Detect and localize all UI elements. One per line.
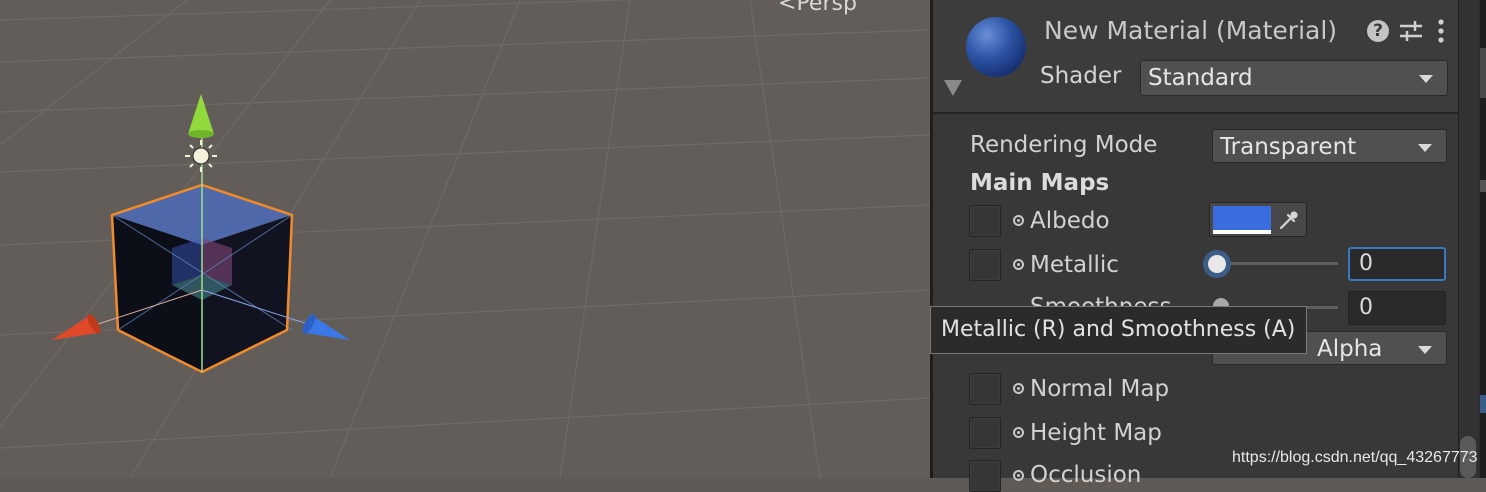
height-map-texture-slot[interactable] bbox=[969, 417, 1001, 449]
persp-arrow-icon: < bbox=[778, 0, 797, 16]
occlusion-label: Occlusion bbox=[1030, 462, 1142, 488]
metallic-slider-track[interactable] bbox=[1220, 262, 1338, 265]
occlusion-texture-slot[interactable] bbox=[969, 460, 1001, 492]
tooltip: Metallic (R) and Smoothness (A) bbox=[930, 306, 1307, 354]
y-axis-handle bbox=[188, 94, 214, 134]
inspector-panel: New Material (Material) ? Shader Standar… bbox=[930, 0, 1458, 492]
albedo-label: Albedo bbox=[1030, 208, 1110, 234]
metallic-value-field[interactable]: 0 bbox=[1348, 247, 1446, 281]
smoothness-value-field[interactable]: 0 bbox=[1348, 291, 1446, 325]
chevron-down-icon bbox=[1418, 144, 1432, 152]
metallic-label: Metallic bbox=[1030, 252, 1119, 278]
side-tab[interactable] bbox=[1480, 180, 1486, 192]
sun-icon bbox=[185, 140, 217, 172]
metallic-slider-handle[interactable] bbox=[1208, 255, 1226, 273]
side-tab[interactable] bbox=[1480, 48, 1486, 98]
material-header: New Material (Material) ? Shader Standar… bbox=[933, 0, 1458, 114]
rendering-mode-value: Transparent bbox=[1220, 134, 1357, 160]
picker-icon[interactable] bbox=[1013, 427, 1024, 438]
picker-icon[interactable] bbox=[1013, 215, 1024, 226]
material-preview-sphere bbox=[966, 17, 1026, 77]
scene-view[interactable]: <Persp bbox=[0, 0, 930, 478]
picker-icon[interactable] bbox=[1013, 470, 1024, 481]
sliders-icon[interactable] bbox=[1398, 19, 1424, 43]
rendering-mode-label: Rendering Mode bbox=[970, 132, 1158, 158]
albedo-alpha-bar bbox=[1213, 230, 1271, 234]
main-maps-heading: Main Maps bbox=[970, 170, 1110, 196]
scene-grid bbox=[0, 0, 930, 478]
side-strip bbox=[1458, 0, 1486, 478]
albedo-color-field[interactable] bbox=[1209, 202, 1307, 237]
scrollbar-track[interactable] bbox=[1458, 0, 1479, 478]
chevron-down-icon bbox=[1418, 346, 1432, 354]
chevron-down-icon bbox=[1419, 75, 1433, 83]
albedo-texture-slot[interactable] bbox=[969, 205, 1001, 237]
eyedropper-icon[interactable] bbox=[1278, 209, 1300, 231]
shader-value: Standard bbox=[1148, 65, 1253, 91]
picker-icon[interactable] bbox=[1013, 259, 1024, 270]
height-map-label: Height Map bbox=[1030, 420, 1162, 446]
shader-dropdown[interactable]: Standard bbox=[1140, 60, 1448, 96]
persp-text: Persp bbox=[796, 0, 857, 16]
shader-label: Shader bbox=[1040, 63, 1122, 89]
picker-icon[interactable] bbox=[1013, 383, 1024, 394]
albedo-color-swatch bbox=[1213, 206, 1271, 230]
normal-map-label: Normal Map bbox=[1030, 376, 1170, 402]
watermark: https://blog.csdn.net/qq_43267773 bbox=[1232, 449, 1478, 466]
more-icon[interactable] bbox=[1436, 17, 1446, 45]
metallic-texture-slot[interactable] bbox=[969, 249, 1001, 281]
normal-map-texture-slot[interactable] bbox=[969, 373, 1001, 405]
side-tab[interactable] bbox=[1480, 395, 1486, 413]
material-title: New Material (Material) bbox=[1044, 16, 1338, 45]
source-value: Alpha bbox=[1317, 336, 1383, 362]
persp-view-label[interactable]: <Persp bbox=[778, 0, 857, 16]
foldout-arrow-icon[interactable] bbox=[944, 80, 962, 96]
rendering-mode-dropdown[interactable]: Transparent bbox=[1212, 129, 1447, 163]
help-icon[interactable]: ? bbox=[1367, 20, 1389, 42]
